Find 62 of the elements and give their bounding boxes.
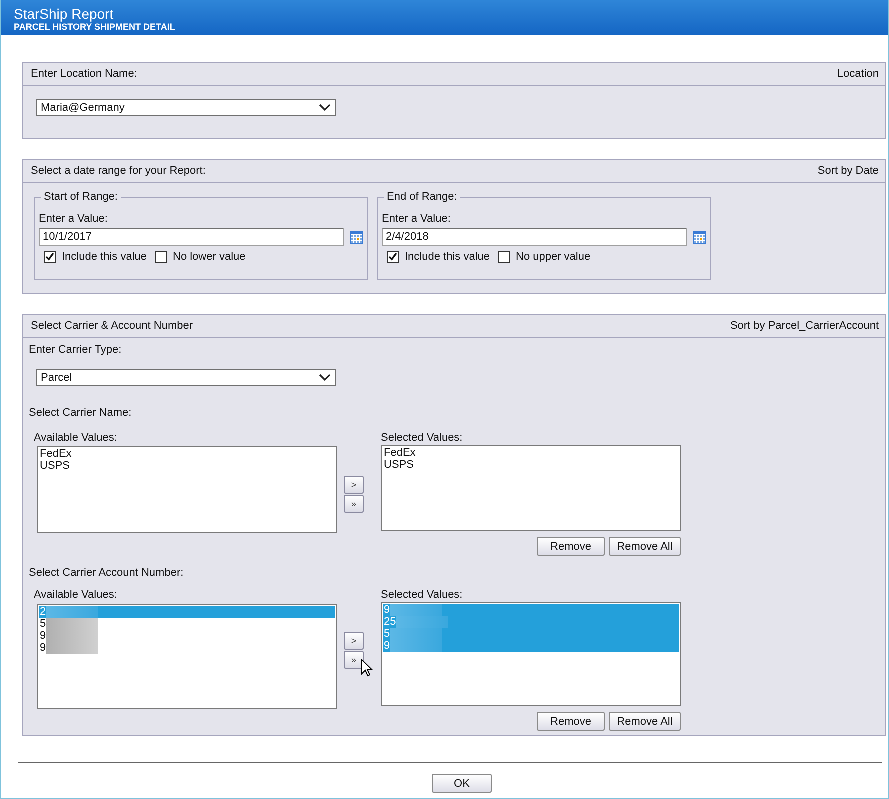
group-legend: End of Range: — [384, 191, 460, 203]
remove-button[interactable]: Remove — [537, 712, 605, 731]
selected-values-list[interactable]: FedEx USPS — [381, 445, 681, 531]
redaction-blur — [396, 616, 448, 628]
calendar-icon[interactable] — [350, 230, 363, 244]
group-legend: Start of Range: — [41, 191, 121, 203]
redaction-blur — [46, 642, 98, 654]
list-item[interactable]: 5 — [39, 618, 335, 630]
carrier-type-dropdown[interactable]: Parcel — [36, 369, 336, 386]
checkbox-label: Include this value — [62, 251, 147, 263]
cursor-icon — [361, 659, 373, 677]
available-values-list[interactable]: FedEx USPS — [37, 446, 337, 533]
list-item[interactable]: 9 — [39, 642, 335, 654]
window-title: StarShip Report — [14, 6, 114, 22]
redaction-blur — [46, 618, 98, 630]
checkbox-label: No upper value — [516, 251, 591, 263]
checkbox[interactable] — [155, 251, 167, 263]
redaction-blur — [46, 606, 98, 618]
sort-label: Sort by Parcel_CarrierAccount — [730, 320, 879, 332]
field-label: Enter Carrier Type: — [29, 344, 123, 356]
list-item[interactable]: FedEx — [39, 448, 335, 460]
panel-title: Select Carrier & Account Number — [31, 320, 194, 332]
redaction-blur — [390, 640, 442, 652]
remove-all-button[interactable]: Remove All — [609, 537, 681, 556]
ok-button[interactable]: OK — [432, 774, 492, 793]
remove-all-button[interactable]: Remove All — [609, 712, 681, 731]
caret-icon — [319, 374, 331, 382]
panel-title: Select a date range for your Report: — [31, 165, 206, 177]
field-label: Enter a Value: — [39, 213, 109, 225]
redaction-blur — [390, 604, 442, 616]
checkbox[interactable] — [44, 251, 56, 263]
move-all-button[interactable]: » — [344, 651, 364, 669]
checkbox[interactable] — [387, 251, 399, 263]
field-label: Select Carrier Name: — [29, 407, 133, 419]
panel-title: Enter Location Name: — [31, 68, 138, 80]
list-label: Selected Values: — [381, 432, 464, 444]
list-item[interactable]: USPS — [39, 460, 335, 472]
list-label: Available Values: — [34, 589, 118, 601]
redaction-blur — [390, 628, 442, 640]
list-label: Selected Values: — [381, 589, 464, 601]
caret-icon — [319, 104, 331, 112]
sort-label: Location — [837, 68, 879, 80]
available-values-list[interactable]: 2 5 9 9 — [37, 604, 337, 709]
sort-label: Sort by Date — [818, 165, 879, 177]
move-button[interactable]: > — [344, 632, 364, 650]
checkbox-label: Include this value — [405, 251, 490, 263]
remove-button[interactable]: Remove — [537, 537, 605, 556]
calendar-icon[interactable] — [693, 230, 706, 244]
list-label: Available Values: — [34, 432, 118, 444]
field-label: Select Carrier Account Number: — [29, 567, 185, 579]
field-label: Enter a Value: — [382, 213, 452, 225]
window-subtitle: PARCEL HISTORY SHIPMENT DETAIL — [14, 22, 176, 33]
checkbox[interactable] — [498, 251, 510, 263]
list-item[interactable]: USPS — [383, 459, 679, 471]
date-field[interactable]: 2/4/2018 — [382, 228, 687, 246]
date-field[interactable]: 10/1/2017 — [39, 228, 344, 246]
checkbox-label: No lower value — [173, 251, 246, 263]
list-item[interactable]: FedEx — [383, 447, 679, 459]
list-item[interactable]: 9 — [39, 630, 335, 642]
location-dropdown[interactable]: Maria@Germany — [36, 99, 336, 116]
move-button[interactable]: > — [344, 476, 364, 494]
move-all-button[interactable]: » — [344, 495, 364, 513]
